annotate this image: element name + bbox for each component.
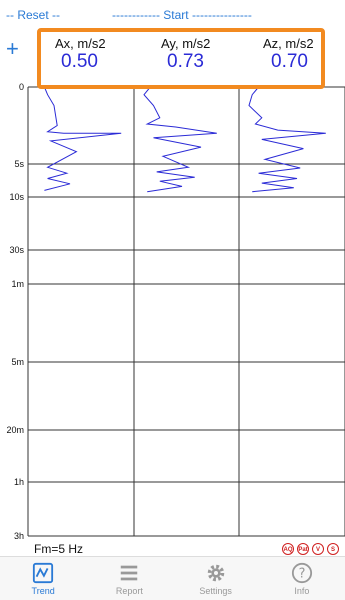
channel-x-value: 0.50 <box>61 51 98 72</box>
badge-s[interactable]: S <box>327 543 339 555</box>
status-badges: AQ Pat V S <box>282 543 339 555</box>
tab-report-label: Report <box>115 585 143 596</box>
tab-report[interactable]: Report <box>86 557 172 600</box>
channel-z-value: 0.70 <box>271 51 308 72</box>
badge-aq[interactable]: AQ <box>282 543 294 555</box>
time-axis-label: 5s <box>14 159 24 169</box>
time-axis-label: 3h <box>14 531 24 541</box>
gear-icon <box>207 564 224 581</box>
badge-pat[interactable]: Pat <box>297 543 309 555</box>
channel-x-label: Ax, m/s2 <box>55 36 106 51</box>
tab-bar: Trend Report Settings ? Info <box>0 556 345 600</box>
info-icon: ? <box>291 562 312 583</box>
tab-info-label: Info <box>294 585 310 596</box>
tab-settings[interactable]: Settings <box>173 557 259 600</box>
trace-line <box>143 86 217 193</box>
tab-settings-label: Settings <box>199 585 232 596</box>
time-axis-label: 20m <box>6 425 24 435</box>
time-axis-label: 30s <box>9 245 24 255</box>
badge-v[interactable]: V <box>312 543 324 555</box>
time-axis-label: 0 <box>19 82 24 92</box>
tab-info[interactable]: ? Info <box>259 557 345 600</box>
channel-y-value: 0.73 <box>167 51 204 72</box>
time-axis-label: 5m <box>11 357 24 367</box>
channel-z-readout: Az, m/s2 0.70 <box>263 36 345 73</box>
list-icon <box>121 565 138 580</box>
trace-line <box>248 86 326 193</box>
channel-y-label: Ay, m/s2 <box>161 36 211 51</box>
tab-trend[interactable]: Trend <box>0 557 86 600</box>
trend-icon <box>33 562 54 583</box>
time-axis-label: 1m <box>11 279 24 289</box>
time-axis-label: 1h <box>14 477 24 487</box>
channel-z-label: Az, m/s2 <box>263 36 314 51</box>
channel-y-readout: Ay, m/s2 0.73 <box>161 36 257 73</box>
readout-panel: Ax, m/s2 0.50 Ay, m/s2 0.73 Az, m/s2 0.7… <box>37 28 325 89</box>
tab-trend-label: Trend <box>31 585 55 596</box>
sampling-rate: Fm=5 Hz <box>34 542 84 556</box>
svg-text:?: ? <box>298 566 305 581</box>
channel-x-readout: Ax, m/s2 0.50 <box>55 36 151 73</box>
time-axis-label: 10s <box>9 192 24 202</box>
trace-line <box>43 86 122 191</box>
